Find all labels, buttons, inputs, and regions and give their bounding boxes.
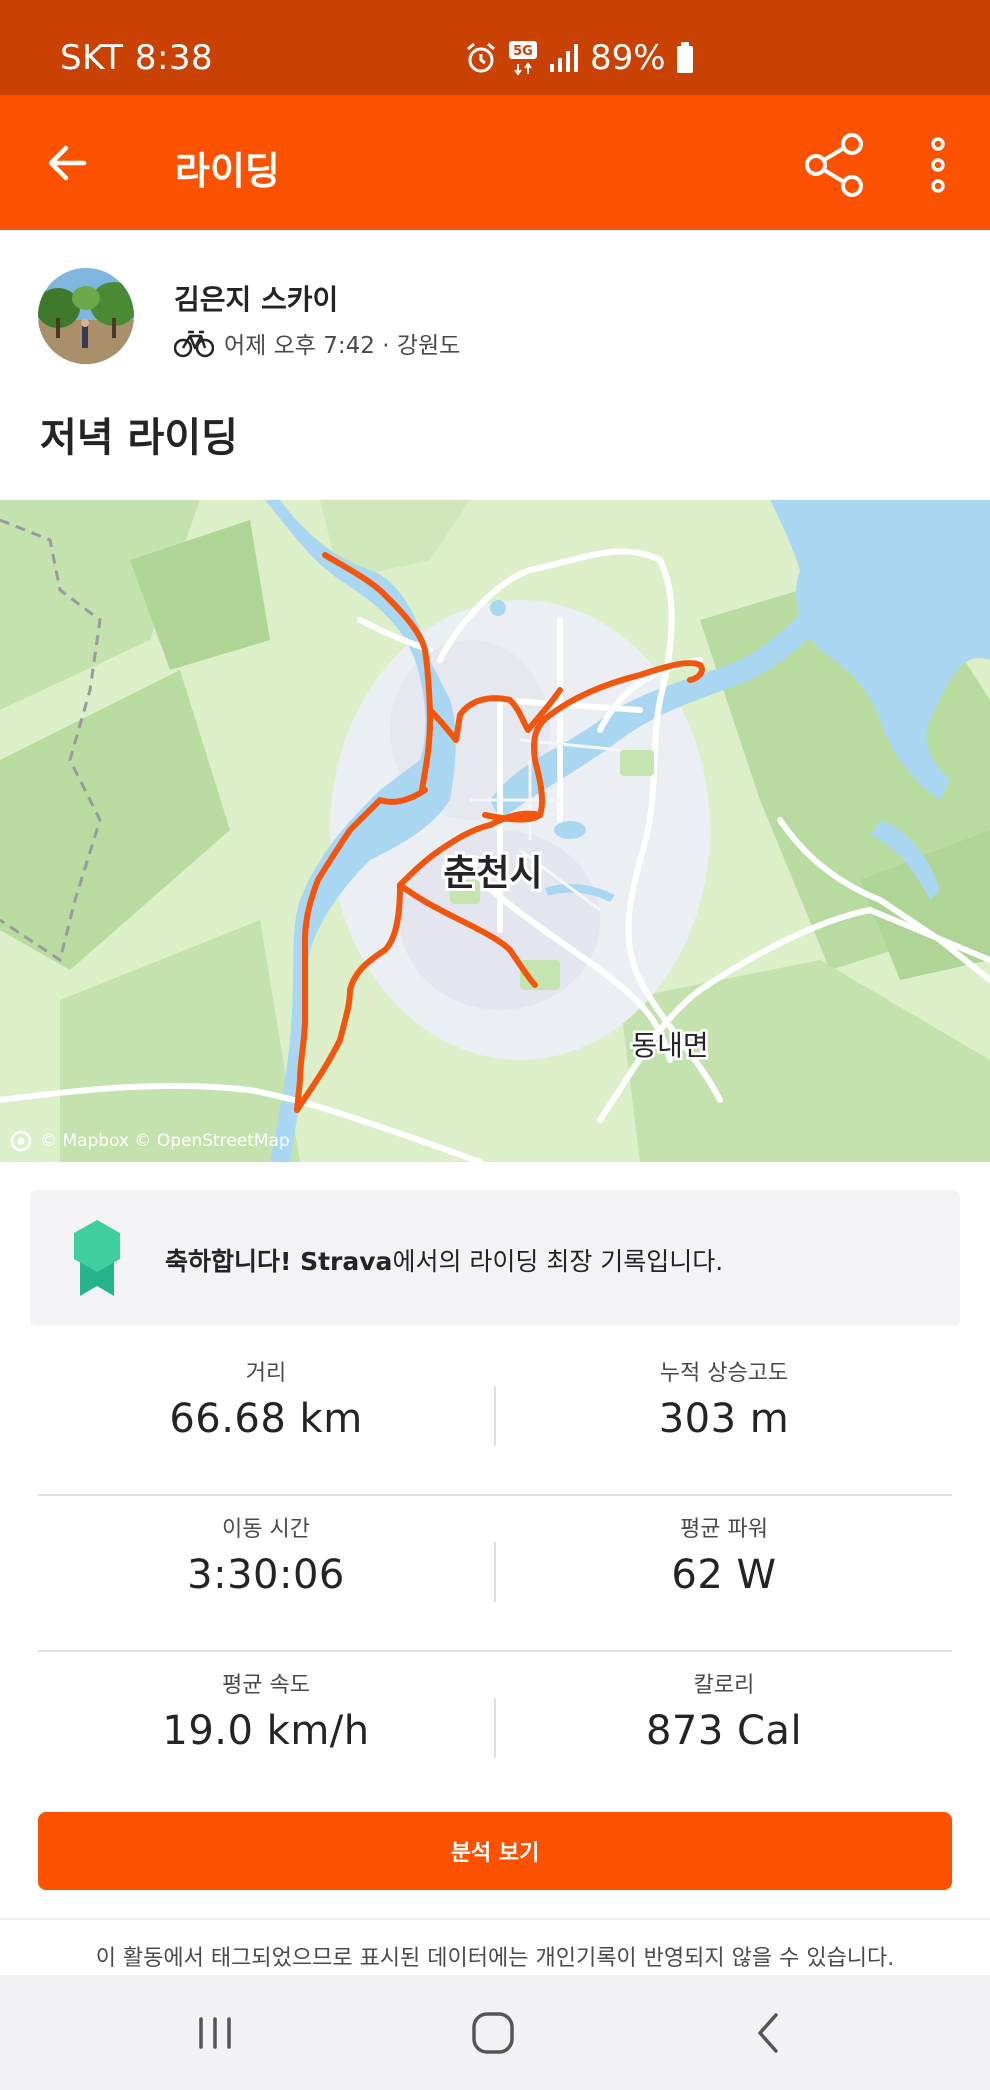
- stat-label: 평균 속도: [222, 1673, 310, 1698]
- more-vertical-icon[interactable]: [920, 130, 956, 200]
- signal-icon: [550, 44, 578, 72]
- map-attribution[interactable]: © Mapbox © OpenStreetMap: [10, 1130, 290, 1152]
- map-city-label: 춘천시: [443, 853, 542, 894]
- avatar[interactable]: [38, 268, 134, 364]
- alarm-icon: [467, 42, 495, 73]
- stat-label: 평균 파워: [680, 1517, 768, 1542]
- achievement-banner: 축하합니다! Strava에서의 라이딩 최장 기록입니다.: [30, 1190, 960, 1326]
- app-bar: 라이딩: [0, 95, 990, 230]
- activity-meta: 어제 오후 7:42 · 강원도: [174, 326, 460, 360]
- stat-label: 칼로리: [693, 1673, 755, 1698]
- mapbox-logo-icon: [10, 1130, 32, 1152]
- stat-label: 누적 상승고도: [659, 1361, 789, 1386]
- activity-time-location: 어제 오후 7:42 · 강원도: [224, 333, 461, 359]
- share-icon[interactable]: [800, 130, 870, 200]
- stat-avg-power: 평균 파워 62 W: [496, 1514, 952, 1598]
- status-bar: SKT 8:38 5G 89%: [0, 0, 990, 95]
- stat-row: 평균 속도 19.0 km/h 칼로리 873 Cal: [38, 1652, 952, 1808]
- stat-label: 거리: [245, 1361, 287, 1386]
- recent-apps-icon[interactable]: [185, 2005, 245, 2061]
- stat-label: 이동 시간: [222, 1517, 310, 1542]
- page-title: 라이딩: [175, 149, 280, 193]
- stat-calories: 칼로리 873 Cal: [496, 1670, 952, 1754]
- carrier-time: SKT 8:38: [60, 38, 214, 78]
- stat-distance: 거리 66.68 km: [38, 1358, 494, 1442]
- divider: [0, 1918, 990, 1920]
- stat-moving-time: 이동 시간 3:30:06: [38, 1514, 494, 1598]
- achievement-message: 축하합니다! Strava에서의 라이딩 최장 기록입니다.: [165, 1242, 723, 1278]
- stats-grid: 거리 66.68 km 누적 상승고도 303 m 이동 시간 3:30:06 …: [38, 1340, 952, 1808]
- network-label: 5G: [513, 44, 533, 59]
- athlete-name[interactable]: 김은지 스카이: [174, 278, 338, 318]
- stat-value: 3:30:06: [187, 1552, 345, 1598]
- back-icon[interactable]: [740, 2005, 800, 2061]
- stat-value: 303 m: [658, 1396, 790, 1442]
- system-nav-bar: [0, 1975, 990, 2090]
- system-icons: 5G 89%: [464, 38, 694, 78]
- stat-value: 66.68 km: [169, 1396, 363, 1442]
- stat-row: 거리 66.68 km 누적 상승고도 303 m: [38, 1340, 952, 1496]
- stat-elevation-gain: 누적 상승고도 303 m: [496, 1358, 952, 1442]
- 5g-icon: 5G: [509, 41, 537, 76]
- stat-avg-speed: 평균 속도 19.0 km/h: [38, 1670, 494, 1754]
- battery-icon: [676, 42, 693, 73]
- map-district-label: 동내면: [631, 1029, 708, 1062]
- bicycle-icon: [174, 330, 214, 358]
- tagged-activity-note: 이 활동에서 태그되었으므로 표시된 데이터에는 개인기록이 반영되지 않을 수…: [95, 1946, 895, 1971]
- stat-row: 이동 시간 3:30:06 평균 파워 62 W: [38, 1496, 952, 1652]
- activity-title: 저녁 라이딩: [40, 415, 238, 461]
- achievement-rest: 에서의 라이딩 최장 기록입니다.: [392, 1247, 724, 1276]
- map-canvas: 춘천시 동내면: [0, 500, 990, 1162]
- stat-value: 62 W: [671, 1552, 777, 1598]
- athlete-header: 김은지 스카이 어제 오후 7:42 · 강원도: [0, 230, 990, 380]
- medal-icon: [74, 1220, 120, 1296]
- achievement-bold: 축하합니다! Strava: [165, 1247, 393, 1276]
- home-icon[interactable]: [463, 2005, 523, 2061]
- stat-value: 19.0 km/h: [162, 1708, 370, 1754]
- battery-percent: 89%: [590, 38, 666, 78]
- route-map[interactable]: 춘천시 동내면 © Mapbox © OpenStreetMap: [0, 500, 990, 1162]
- view-analysis-button[interactable]: 분석 보기: [38, 1812, 952, 1890]
- back-arrow-icon[interactable]: [40, 133, 100, 193]
- stat-value: 873 Cal: [645, 1708, 803, 1754]
- map-attribution-text: © Mapbox © OpenStreetMap: [40, 1131, 290, 1151]
